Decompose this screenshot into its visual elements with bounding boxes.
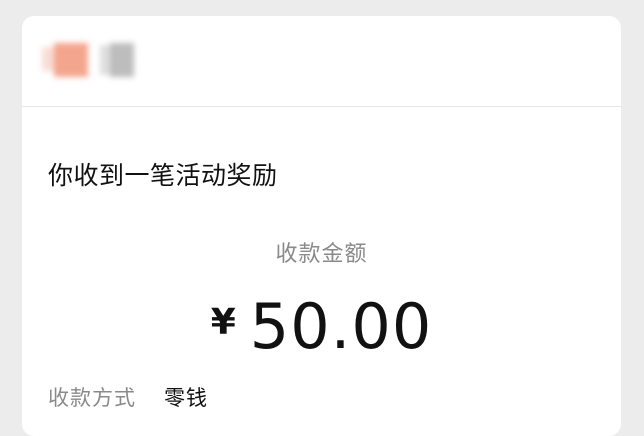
card-header [22,16,621,107]
payment-notice-card: 你收到一笔活动奖励 收款金额 ¥50.00 收款方式 零钱 [22,16,621,436]
payment-method-value: 零钱 [164,386,208,410]
notice-title: 你收到一笔活动奖励 [48,161,278,190]
currency-symbol: ¥ [210,302,236,343]
amount-value: 50.00 [249,290,433,363]
payment-method-label: 收款方式 [48,386,136,410]
payment-method-row: 收款方式 零钱 [48,382,208,412]
amount-label: 收款金额 [275,242,368,267]
blur-block [54,43,88,77]
blurred-sender-avatar [42,43,134,77]
blur-block [110,43,134,77]
amount-row: ¥50.00 [22,290,621,363]
blur-block [42,47,54,71]
